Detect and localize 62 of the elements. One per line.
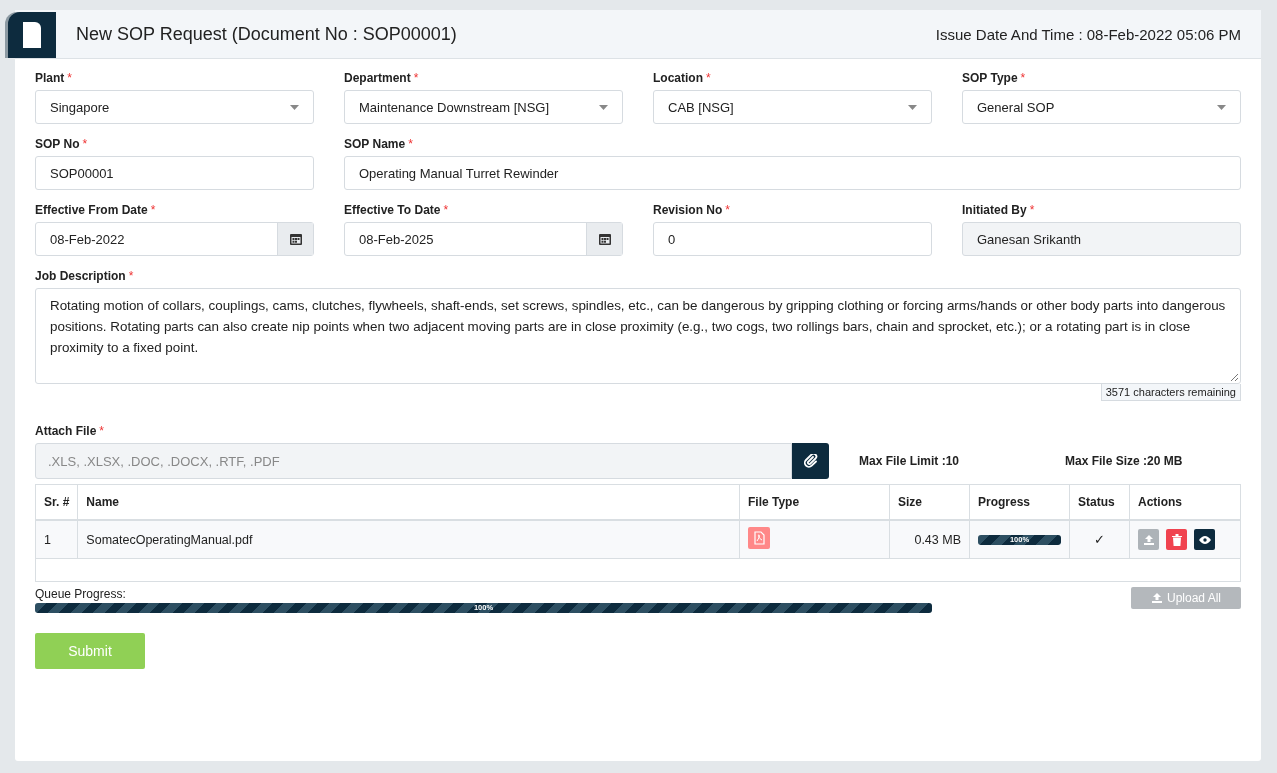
caret-icon <box>908 104 917 110</box>
required-mark: * <box>99 424 104 438</box>
date-field[interactable]: 08-Feb-2025 <box>344 222 623 256</box>
issue-date-time: Issue Date And Time : 08-Feb-2022 05:06 PM <box>935 25 1241 43</box>
attach-button[interactable] <box>792 443 829 479</box>
field-label: Effective To Date <box>344 203 441 217</box>
input-field[interactable]: Operating Manual Turret Rewinder <box>344 156 1241 190</box>
field-label: Department <box>344 71 411 85</box>
resize-grip-icon[interactable] <box>1230 373 1238 381</box>
readonly-field: Ganesan Srikanth <box>962 222 1241 256</box>
required-mark: * <box>443 203 449 217</box>
field-label: Revision No <box>653 203 723 217</box>
required-mark: * <box>706 71 711 85</box>
eye-icon <box>1198 535 1211 544</box>
required-mark: * <box>150 203 156 217</box>
status-check: ✓ <box>1069 520 1130 559</box>
required-mark: * <box>67 71 72 85</box>
field-label: SOP Name <box>344 137 406 151</box>
delete-button[interactable] <box>1166 529 1187 550</box>
required-mark: * <box>725 203 731 217</box>
required-mark: * <box>413 71 419 85</box>
field-label: SOP Type <box>962 71 1018 85</box>
page-title: New SOP Request (Document No : SOP00001) <box>76 23 457 45</box>
file-input[interactable]: .XLS, .XLSX, .DOC, .DOCX, .RTF, .PDF <box>35 443 792 479</box>
caret-icon <box>599 104 608 110</box>
paperclip-icon <box>803 454 818 468</box>
field-label: Job Description <box>35 269 126 283</box>
input-field[interactable]: SOP00001 <box>35 156 314 190</box>
select-field[interactable]: General SOP <box>962 90 1241 124</box>
select-field[interactable]: CAB [NSG] <box>653 90 932 124</box>
select-field[interactable]: Maintenance Downstream [NSG] <box>344 90 623 124</box>
required-mark: * <box>128 269 134 283</box>
input-field[interactable]: 0 <box>653 222 932 256</box>
field-label: Plant <box>35 71 65 85</box>
field-label: Effective From Date <box>35 203 148 217</box>
field-label: Location <box>653 71 703 85</box>
caret-icon <box>1217 104 1226 110</box>
calendar-icon <box>598 233 611 245</box>
trash-icon <box>1171 533 1182 546</box>
upload-icon <box>1142 533 1155 546</box>
select-field[interactable]: Singapore <box>35 90 314 124</box>
field-label: Initiated By <box>962 203 1027 217</box>
queue-progress-label: Queue Progress: <box>35 587 127 601</box>
view-button[interactable] <box>1194 529 1215 550</box>
required-mark: * <box>1020 71 1026 85</box>
table-cell: 0.43 MB <box>889 520 970 559</box>
required-mark: * <box>82 137 88 151</box>
job-description-field[interactable]: Rotating motion of collars, couplings, cams, clutches, flywheels, shaft-ends, set screws, spindles, etc., can be dangerous by gripping clothing or forcing arms/hands or other body parts into dangerous positions. Rotating parts can also create nip points when two adjacent moving parts are in close proximity (e.g., two cogs, two rollings bars, chain and sprocket, etc.); or a rotating part is in close proximity to a fixed point. <box>35 288 1241 384</box>
upload-icon <box>1150 592 1163 604</box>
required-mark: * <box>1029 203 1035 217</box>
max-file-size: Max File Size :20 MB <box>1065 454 1184 468</box>
field-label: SOP No <box>35 137 80 151</box>
table-cell: 1 <box>35 520 78 559</box>
max-file-limit: Max File Limit :10 <box>859 454 961 468</box>
characters-remaining: 3571 characters remaining <box>1100 384 1241 401</box>
required-mark: * <box>408 137 413 151</box>
field-label: Attach File <box>35 424 97 438</box>
file-name-cell: SomatecOperatingManual.pdf <box>77 520 740 559</box>
pdf-file-icon <box>748 527 770 549</box>
caret-icon <box>290 104 299 110</box>
calendar-icon <box>289 233 302 245</box>
date-field[interactable]: 08-Feb-2022 <box>35 222 314 256</box>
